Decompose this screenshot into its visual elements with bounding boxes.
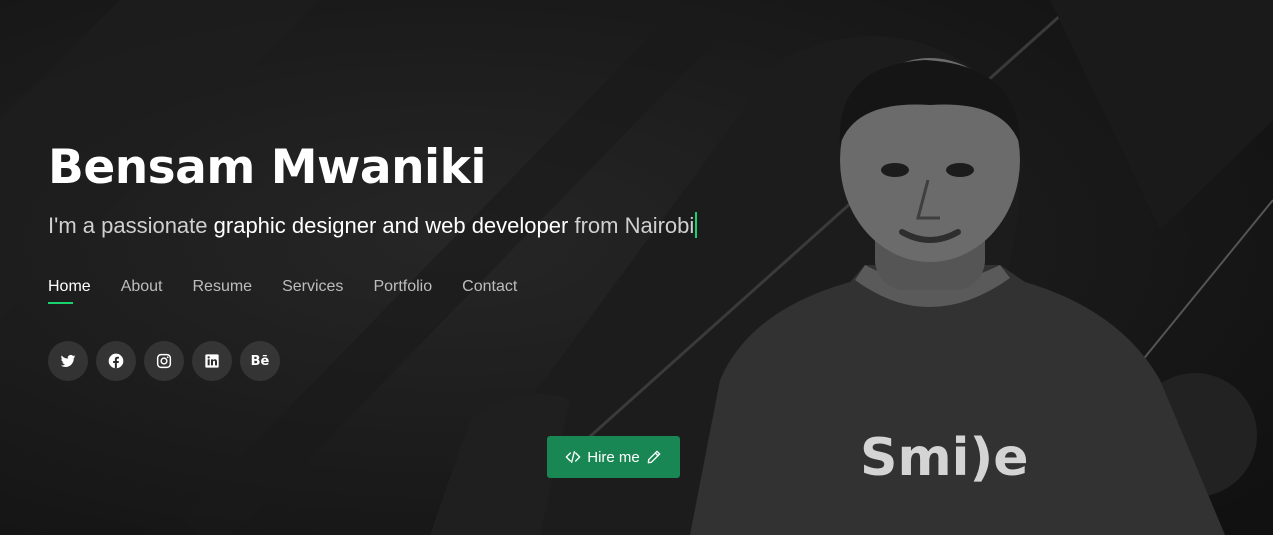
nav-contact[interactable]: Contact	[462, 278, 517, 304]
instagram-link[interactable]	[144, 341, 184, 381]
nav-portfolio[interactable]: Portfolio	[373, 278, 432, 304]
nav-resume[interactable]: Resume	[193, 278, 253, 304]
facebook-link[interactable]	[96, 341, 136, 381]
twitter-icon	[60, 354, 76, 367]
nav-services[interactable]: Services	[282, 278, 343, 304]
code-icon	[565, 451, 581, 463]
instagram-icon	[156, 353, 172, 369]
hero-tagline: I'm a passionate graphic designer and we…	[48, 212, 698, 239]
linkedin-link[interactable]	[192, 341, 232, 381]
tagline-prefix: I'm a passionate	[48, 213, 208, 238]
behance-icon: Bē	[250, 353, 270, 369]
nav-home[interactable]: Home	[48, 278, 91, 304]
linkedin-icon	[205, 354, 219, 368]
nav-about[interactable]: About	[121, 278, 163, 304]
hire-me-button[interactable]: Hire me	[547, 436, 680, 478]
tagline-typed-text: graphic designer and web developer	[213, 213, 569, 238]
profile-photo: Smi)e	[690, 58, 1225, 535]
main-nav: Home About Resume Services Portfolio Con…	[48, 278, 517, 304]
twitter-link[interactable]	[48, 341, 88, 381]
hire-me-label: Hire me	[587, 448, 640, 466]
behance-link[interactable]: Bē	[240, 341, 280, 381]
tagline-suffix: from Nairobi	[574, 213, 695, 238]
shirt-text: Smi)e	[860, 428, 1029, 488]
hero-name: Bensam Mwaniki	[48, 140, 487, 195]
pencil-icon	[647, 450, 661, 464]
facebook-icon	[108, 353, 124, 369]
social-links: Bē	[48, 341, 280, 381]
